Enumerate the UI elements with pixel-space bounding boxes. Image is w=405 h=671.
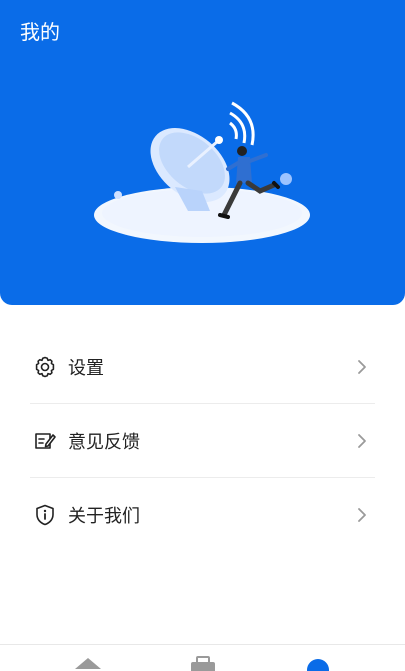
- menu-item-label: 设置: [68, 357, 104, 379]
- menu-item-label: 关于我们: [68, 505, 140, 527]
- chevron-right-icon: [355, 506, 369, 524]
- menu-item-settings[interactable]: 设置: [30, 330, 375, 404]
- briefcase-icon: [191, 656, 215, 671]
- chevron-right-icon: [355, 358, 369, 376]
- satellite-dish-illustration: [94, 101, 310, 243]
- profile-header: 我的: [0, 0, 405, 305]
- bottom-tab-bar: [0, 644, 405, 671]
- tab-home[interactable]: [73, 655, 103, 671]
- tab-toolbox[interactable]: [188, 655, 218, 671]
- info-shield-icon: [32, 502, 58, 528]
- page-title: 我的: [20, 20, 60, 44]
- menu-item-label: 意见反馈: [68, 431, 140, 453]
- menu-item-about[interactable]: 关于我们: [30, 478, 375, 551]
- profile-icon: [307, 659, 329, 671]
- menu-item-feedback[interactable]: 意见反馈: [30, 404, 375, 478]
- feedback-icon: [32, 428, 58, 454]
- home-icon: [75, 658, 101, 669]
- gear-icon: [32, 354, 58, 380]
- menu-list: 设置 意见反馈 关于我们: [0, 330, 405, 551]
- tab-profile[interactable]: [303, 655, 333, 671]
- chevron-right-icon: [355, 432, 369, 450]
